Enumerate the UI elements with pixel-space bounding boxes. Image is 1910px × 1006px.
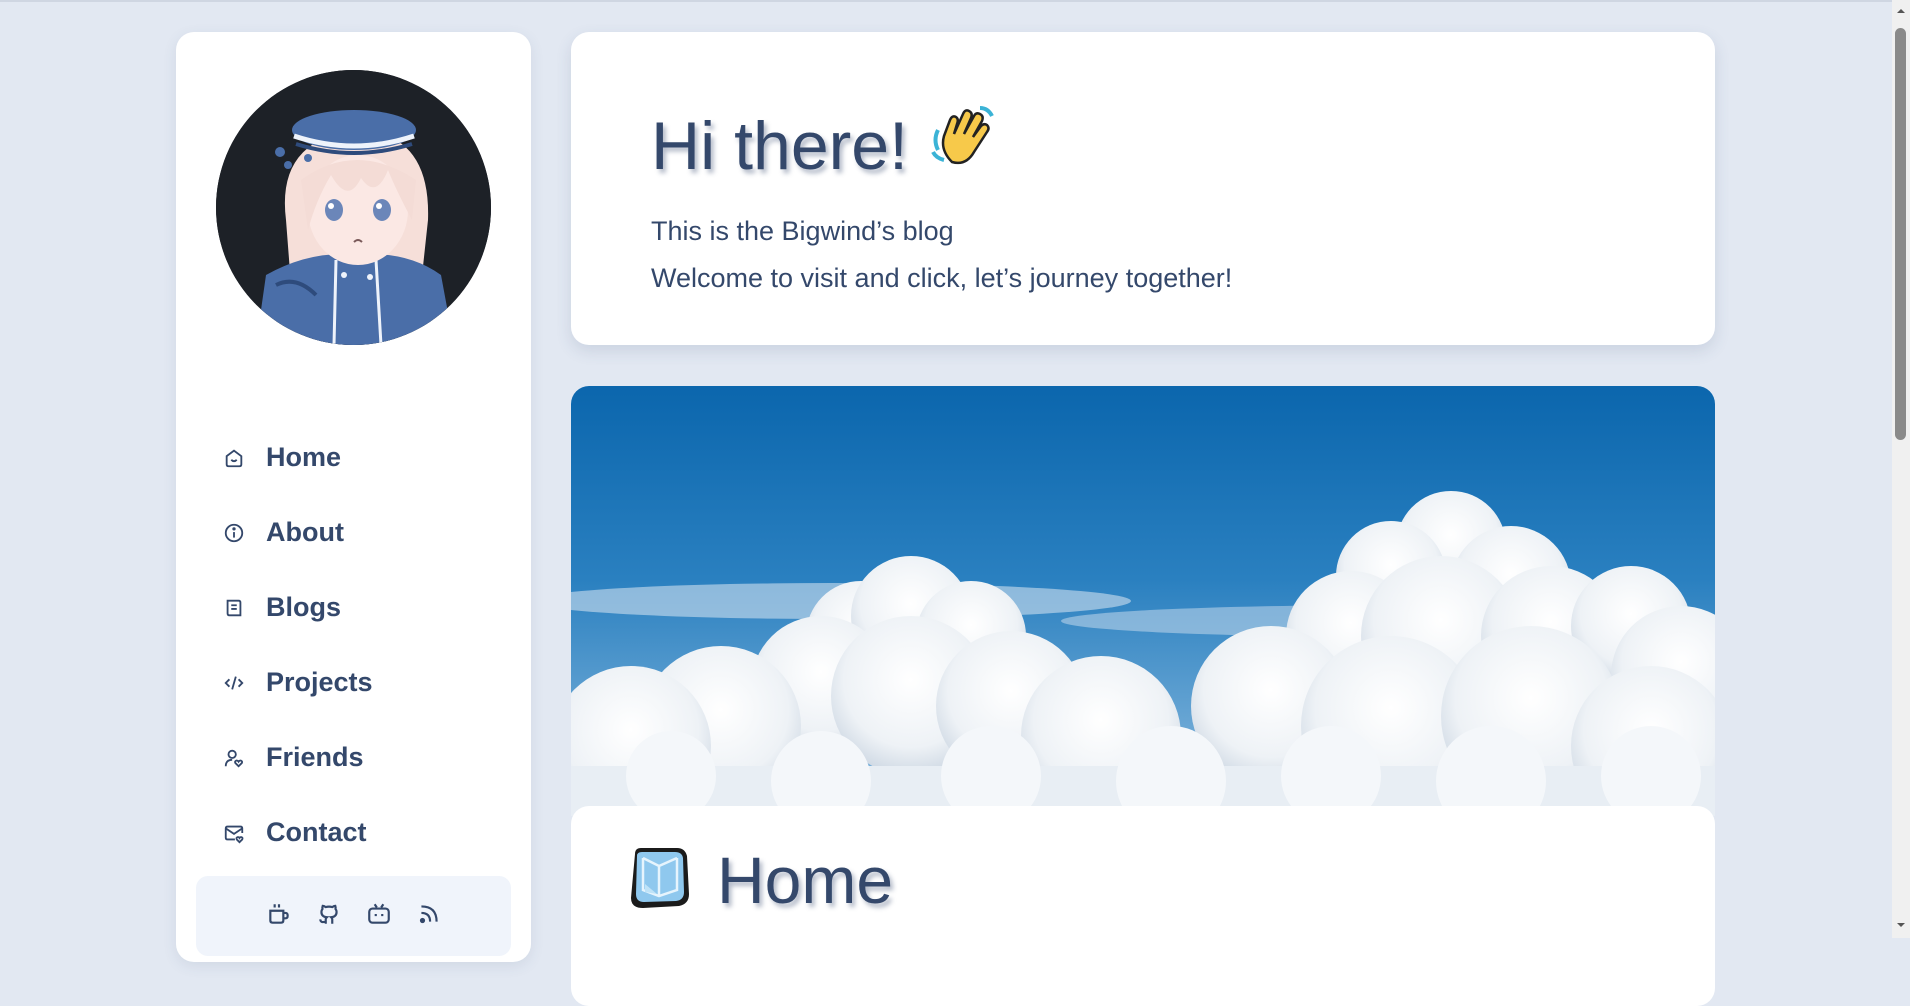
nav-label: Contact <box>266 817 367 847</box>
code-icon <box>222 671 246 695</box>
mail-heart-icon <box>222 821 246 845</box>
nav-label: Home <box>266 442 342 472</box>
ice-cube-icon <box>625 844 693 917</box>
scroll-up-arrow-icon[interactable] <box>1895 4 1907 16</box>
nav-label: Blogs <box>266 592 342 622</box>
nav-item-projects[interactable]: Projects <box>222 645 502 720</box>
nav-label: Projects <box>266 667 373 697</box>
avatar[interactable] <box>216 70 491 345</box>
home-section-title: Home <box>717 843 894 917</box>
page-scrollbar[interactable] <box>1892 0 1910 938</box>
intro-subtitle: This is the Bigwind’s blog <box>651 216 954 246</box>
home-section-card: Home <box>571 806 1715 1006</box>
bilibili-icon[interactable] <box>361 896 397 932</box>
coffee-icon[interactable] <box>261 896 297 932</box>
waving-hand-icon <box>930 102 1000 190</box>
window-top-border <box>0 0 1910 2</box>
nav-item-about[interactable]: About <box>222 495 502 570</box>
nav-item-blogs[interactable]: Blogs <box>222 570 502 645</box>
main-nav: Home About Blogs Projects Friends Contac… <box>222 420 502 870</box>
social-links <box>196 876 511 956</box>
github-icon[interactable] <box>311 896 347 932</box>
avatar-image <box>216 70 491 345</box>
user-heart-icon <box>222 746 246 770</box>
scroll-down-arrow-icon[interactable] <box>1895 918 1907 930</box>
nav-item-contact[interactable]: Contact <box>222 795 502 870</box>
home-section-heading: Home <box>625 842 893 918</box>
rss-icon[interactable] <box>411 896 447 932</box>
scrollbar-thumb[interactable] <box>1895 28 1906 440</box>
nav-label: Friends <box>266 742 364 772</box>
nav-item-friends[interactable]: Friends <box>222 720 502 795</box>
nav-item-home[interactable]: Home <box>222 420 502 495</box>
book-icon <box>222 596 246 620</box>
cloud-banner-image <box>571 386 1715 816</box>
intro-title: Hi there! <box>651 108 908 184</box>
intro-card: Hi there! This is the Bigwind’s blog Wel… <box>571 32 1715 345</box>
home-icon <box>222 446 246 470</box>
sidebar: Home About Blogs Projects Friends Contac… <box>176 32 531 962</box>
intro-welcome-text: Welcome to visit and click, let’s journe… <box>651 263 1233 293</box>
info-icon <box>222 521 246 545</box>
intro-heading: Hi there! <box>651 102 1000 190</box>
nav-label: About <box>266 517 344 547</box>
